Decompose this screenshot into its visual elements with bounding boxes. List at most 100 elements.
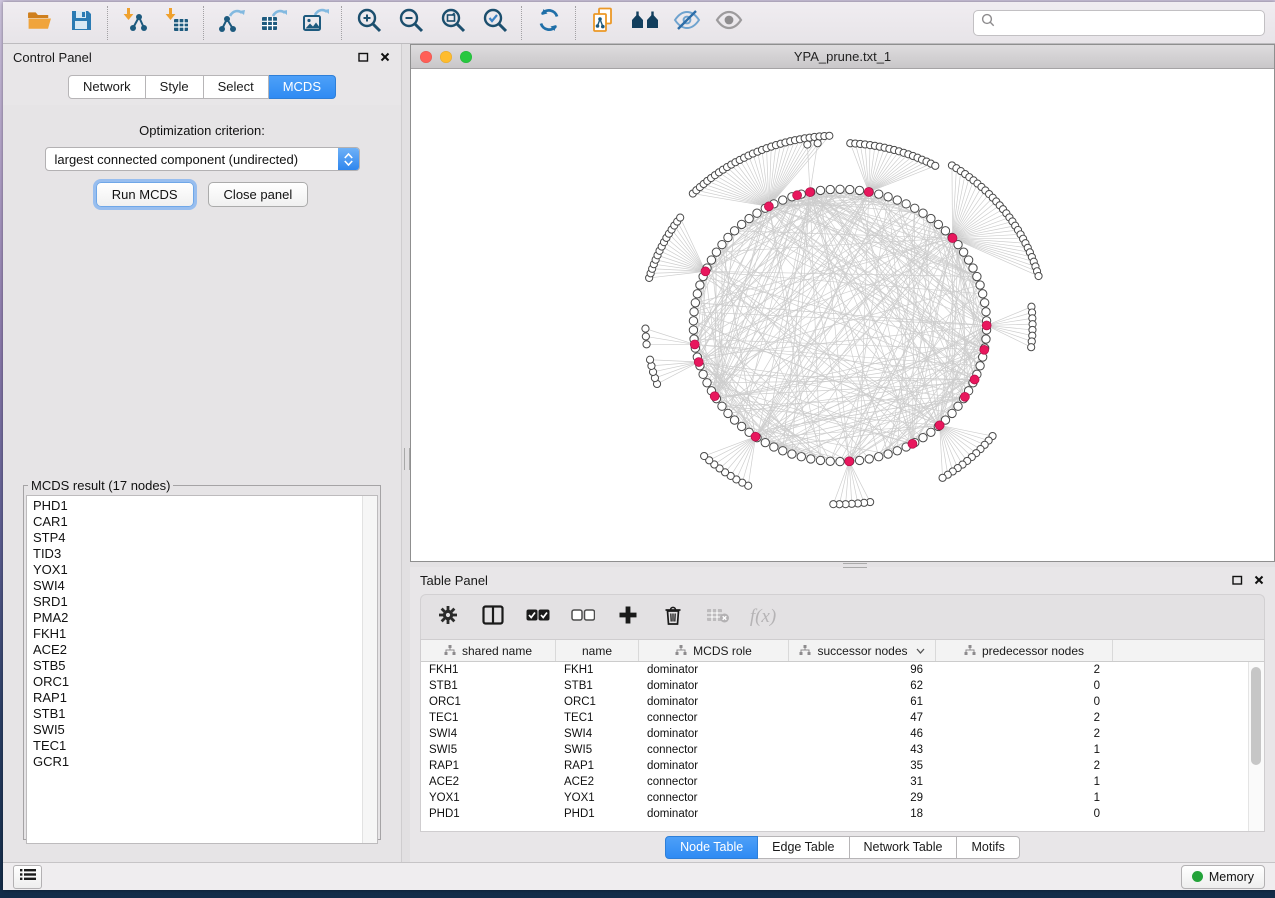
table-cell: FKH1 — [421, 664, 556, 676]
table-row[interactable]: SWI5SWI5connector431 — [421, 742, 1264, 758]
import-network-button[interactable] — [121, 9, 149, 37]
delete-table-button[interactable] — [706, 605, 730, 629]
tab-mcds[interactable]: MCDS — [269, 75, 336, 99]
create-column-button[interactable] — [616, 605, 640, 629]
mcds-result-item[interactable]: RAP1 — [33, 690, 377, 706]
close-window-icon[interactable] — [420, 51, 432, 63]
optimization-criterion-select[interactable]: largest connected component (undirected) — [45, 147, 360, 171]
table-row[interactable]: PHD1PHD1dominator180 — [421, 806, 1264, 822]
mcds-result-group: MCDS result (17 nodes) PHD1CAR1STP4TID3Y… — [23, 478, 381, 840]
export-image-button[interactable] — [301, 9, 329, 37]
mcds-result-title: MCDS result (17 nodes) — [28, 478, 173, 493]
table-row[interactable]: SWI4SWI4dominator462 — [421, 726, 1264, 742]
layout-group — [523, 9, 575, 37]
table-cell: RAP1 — [556, 760, 639, 772]
export-network-button[interactable] — [217, 9, 245, 37]
mcds-result-item[interactable]: SWI5 — [33, 722, 377, 738]
zoom-window-icon[interactable] — [460, 51, 472, 63]
table-cell: TEC1 — [421, 712, 556, 724]
table-row[interactable]: RAP1RAP1dominator352 — [421, 758, 1264, 774]
delete-column-button[interactable] — [661, 605, 685, 629]
show-log-button[interactable] — [13, 865, 42, 889]
mcds-result-item[interactable]: FKH1 — [33, 626, 377, 642]
mcds-result-item[interactable]: CAR1 — [33, 514, 377, 530]
search-input[interactable] — [1000, 14, 1257, 31]
tab-motifs[interactable]: Motifs — [957, 836, 1019, 859]
open-file-button[interactable] — [25, 9, 53, 37]
table-cell: connector — [639, 712, 789, 724]
column-header-predecessor-nodes[interactable]: predecessor nodes — [936, 640, 1113, 661]
first-neighbors-icon — [630, 8, 660, 37]
horizontal-splitter[interactable] — [410, 562, 1275, 567]
zoom-selected-button[interactable] — [481, 9, 509, 37]
new-network-from-selection-button[interactable] — [589, 9, 617, 37]
import-table-button[interactable] — [163, 9, 191, 37]
first-neighbors-button[interactable] — [631, 9, 659, 37]
memory-label: Memory — [1209, 870, 1254, 884]
tab-node-table[interactable]: Node Table — [665, 836, 758, 859]
table-row[interactable]: YOX1YOX1connector291 — [421, 790, 1264, 806]
table-cell: 0 — [936, 696, 1113, 708]
column-panel-button[interactable] — [481, 605, 505, 629]
zoom-fit-button[interactable] — [439, 9, 467, 37]
hide-selected-button[interactable] — [673, 9, 701, 37]
memory-button[interactable]: Memory — [1181, 865, 1265, 889]
close-panel-button[interactable]: Close panel — [208, 182, 309, 207]
list-scrollbar[interactable] — [362, 496, 377, 843]
select-all-columns-button[interactable] — [526, 605, 550, 629]
mcds-result-item[interactable]: ACE2 — [33, 642, 377, 658]
mcds-result-item[interactable]: YOX1 — [33, 562, 377, 578]
run-mcds-button[interactable]: Run MCDS — [96, 182, 194, 207]
mcds-result-item[interactable]: PHD1 — [33, 498, 377, 514]
table-row[interactable]: ACE2ACE2connector311 — [421, 774, 1264, 790]
table-cell: 62 — [789, 680, 936, 692]
tree-icon — [799, 645, 811, 656]
mcds-result-item[interactable]: SWI4 — [33, 578, 377, 594]
column-header-successor-nodes[interactable]: successor nodes — [789, 640, 936, 661]
table-row[interactable]: ORC1ORC1dominator610 — [421, 694, 1264, 710]
float-panel-icon[interactable] — [357, 51, 369, 63]
export-table-button[interactable] — [259, 9, 287, 37]
apply-layout-button[interactable] — [535, 9, 563, 37]
table-settings-button[interactable] — [436, 605, 460, 629]
float-panel-icon[interactable] — [1231, 574, 1243, 586]
network-canvas[interactable] — [411, 69, 1274, 561]
column-header-name[interactable]: name — [556, 640, 639, 661]
mcds-result-list[interactable]: PHD1CAR1STP4TID3YOX1SWI4SRD1PMA2FKH1ACE2… — [26, 495, 378, 844]
mcds-result-item[interactable]: PMA2 — [33, 610, 377, 626]
network-graph[interactable] — [411, 69, 1274, 561]
mcds-result-item[interactable]: TEC1 — [33, 738, 377, 754]
mcds-result-item[interactable]: ORC1 — [33, 674, 377, 690]
tab-style[interactable]: Style — [146, 75, 204, 99]
mcds-result-item[interactable]: TID3 — [33, 546, 377, 562]
tab-select[interactable]: Select — [204, 75, 269, 99]
table-cell: ACE2 — [421, 776, 556, 788]
table-row[interactable]: TEC1TEC1connector472 — [421, 710, 1264, 726]
table-row[interactable]: FKH1FKH1dominator962 — [421, 662, 1264, 678]
column-header-mcds-role[interactable]: MCDS role — [639, 640, 789, 661]
table-scrollbar[interactable] — [1248, 662, 1264, 831]
table-cell: 2 — [936, 760, 1113, 772]
mcds-result-item[interactable]: GCR1 — [33, 754, 377, 770]
minimize-window-icon[interactable] — [440, 51, 452, 63]
vertical-splitter[interactable] — [402, 44, 410, 862]
close-panel-icon[interactable] — [379, 51, 391, 63]
mcds-result-item[interactable]: SRD1 — [33, 594, 377, 610]
unselect-all-columns-button[interactable] — [571, 605, 595, 629]
function-builder-button[interactable]: f(x) — [751, 605, 775, 629]
zoom-out-button[interactable] — [397, 9, 425, 37]
mcds-result-item[interactable]: STB1 — [33, 706, 377, 722]
scrollbar-thumb[interactable] — [1251, 667, 1261, 765]
close-panel-icon[interactable] — [1253, 574, 1265, 586]
mcds-result-item[interactable]: STB5 — [33, 658, 377, 674]
show-all-button[interactable] — [715, 9, 743, 37]
zoom-in-button[interactable] — [355, 9, 383, 37]
tab-network-table[interactable]: Network Table — [850, 836, 958, 859]
mcds-result-item[interactable]: STP4 — [33, 530, 377, 546]
tab-network[interactable]: Network — [68, 75, 146, 99]
save-session-button[interactable] — [67, 9, 95, 37]
table-cell: YOX1 — [556, 792, 639, 804]
tab-edge-table[interactable]: Edge Table — [758, 836, 849, 859]
table-row[interactable]: STB1STB1dominator620 — [421, 678, 1264, 694]
column-header-shared-name[interactable]: shared name — [421, 640, 556, 661]
